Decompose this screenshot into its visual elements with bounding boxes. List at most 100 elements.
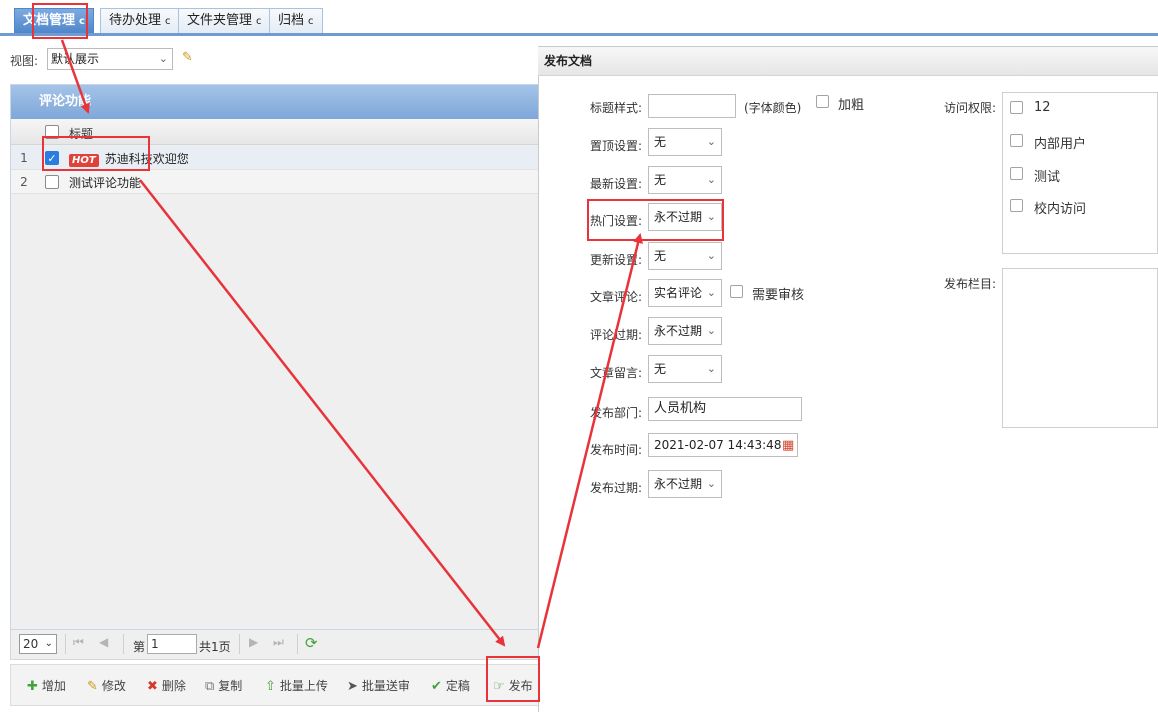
view-select[interactable]: 默认展示 ⌄ xyxy=(47,48,173,70)
copy-label: 复制 xyxy=(218,679,243,693)
batch-submit-label: 批量送审 xyxy=(361,679,410,693)
last-page-icon[interactable]: ⏭ xyxy=(273,635,284,650)
tab-folder-management[interactable]: 文件夹管理 c xyxy=(178,8,271,33)
page-number-input[interactable]: 1 xyxy=(147,634,197,654)
row-title[interactable]: HOT 苏迪科技欢迎您 xyxy=(69,150,189,167)
reload-icon[interactable]: c xyxy=(256,16,262,27)
message-value: 无 xyxy=(654,362,667,376)
tab-archive[interactable]: 归档 c xyxy=(269,8,323,33)
message-label: 文章留言: xyxy=(589,366,642,380)
hot-label: 热门设置: xyxy=(589,214,642,228)
access-option: 测试 xyxy=(1034,170,1061,185)
access-option: 内部用户 xyxy=(1034,137,1087,152)
need-review-checkbox[interactable] xyxy=(730,285,743,298)
comment-select[interactable]: 实名评论 ⌄ xyxy=(648,279,722,307)
page-label: 第 xyxy=(133,640,146,654)
batch-upload-button[interactable]: ⇧ 批量上传 xyxy=(265,677,328,694)
pin-select[interactable]: 无 ⌄ xyxy=(648,128,722,156)
update-label: 更新设置: xyxy=(589,253,642,267)
hot-select[interactable]: 永不过期 ⌄ xyxy=(648,203,722,231)
pencil-icon[interactable]: ✎ xyxy=(182,50,193,65)
column-label: 发布栏目: xyxy=(944,277,997,291)
copy-icon: ⧉ xyxy=(205,679,215,694)
update-select[interactable]: 无 ⌄ xyxy=(648,242,722,270)
bold-checkbox[interactable] xyxy=(816,95,829,108)
finalize-button[interactable]: ✔ 定稿 xyxy=(431,677,470,694)
publish-expire-select[interactable]: 永不过期 ⌄ xyxy=(648,470,722,498)
access-list xyxy=(1002,92,1158,254)
publish-button[interactable]: ☞ 发布 xyxy=(493,677,533,694)
pin-value: 无 xyxy=(654,135,667,149)
chevron-down-icon: ⌄ xyxy=(706,324,716,337)
page-size-select[interactable]: 20 ⌄ xyxy=(19,634,57,654)
delete-button[interactable]: ✖ 删除 xyxy=(147,677,186,694)
tab-pending[interactable]: 待办处理 c xyxy=(100,8,180,33)
pin-label: 置顶设置: xyxy=(589,139,642,153)
hot-value: 永不过期 xyxy=(654,210,703,224)
next-page-icon[interactable]: ▶ xyxy=(249,635,258,649)
copy-button[interactable]: ⧉ 复制 xyxy=(205,677,242,694)
page-total: 共1页 xyxy=(199,640,231,654)
table-row[interactable]: 1 ✓ HOT 苏迪科技欢迎您 xyxy=(11,146,539,170)
message-select[interactable]: 无 ⌄ xyxy=(648,355,722,383)
submit-icon: ➤ xyxy=(347,679,358,694)
row-checkbox[interactable] xyxy=(45,175,59,189)
pager: 20 ⌄ ⏮ ◀ 第 1 共1页 ▶ ⏭ ⟳ xyxy=(10,630,540,660)
action-toolbar: ✚ 增加 ✎ 修改 ✖ 删除 ⧉ 复制 ⇧ 批量上传 ➤ 批量送审 ✔ 定稿 ☞ 发布 xyxy=(10,664,540,706)
view-label: 视图: xyxy=(10,54,39,68)
delete-label: 删除 xyxy=(161,679,186,693)
tab-label: 文件夹管理 xyxy=(187,13,253,28)
tab-label: 待办处理 xyxy=(109,13,162,28)
prev-page-icon[interactable]: ◀ xyxy=(99,635,108,649)
dept-input[interactable]: 人员机构 xyxy=(648,397,802,421)
access-checkbox[interactable] xyxy=(1010,199,1023,212)
row-checkbox[interactable]: ✓ xyxy=(45,151,59,165)
pencil-icon: ✎ xyxy=(87,679,98,694)
calendar-icon[interactable]: ▦ xyxy=(782,438,794,453)
update-value: 无 xyxy=(654,249,667,263)
edit-button[interactable]: ✎ 修改 xyxy=(87,677,126,694)
hot-badge: HOT xyxy=(69,154,99,167)
form-title: 发布文档 xyxy=(538,46,1158,76)
select-all-checkbox[interactable] xyxy=(45,125,59,139)
row-title-text: 苏迪科技欢迎您 xyxy=(104,152,189,166)
chevron-down-icon: ⌄ xyxy=(706,210,716,223)
reload-icon[interactable]: c xyxy=(308,16,314,27)
refresh-icon[interactable]: ⟳ xyxy=(305,634,318,652)
column-tree[interactable] xyxy=(1002,268,1158,428)
reload-icon[interactable]: c xyxy=(165,16,171,27)
publish-label: 发布 xyxy=(508,679,533,693)
title-style-input[interactable] xyxy=(648,94,736,118)
access-checkbox[interactable] xyxy=(1010,134,1023,147)
tab-label: 归档 xyxy=(278,13,305,28)
chevron-down-icon: ⌄ xyxy=(706,362,716,375)
access-checkbox[interactable] xyxy=(1010,167,1023,180)
row-title[interactable]: 测试评论功能 xyxy=(69,174,141,191)
access-label: 访问权限: xyxy=(944,101,997,115)
access-checkbox[interactable] xyxy=(1010,101,1023,114)
tab-document-management[interactable]: 文档管理 c xyxy=(14,8,94,33)
batch-submit-button[interactable]: ➤ 批量送审 xyxy=(347,677,410,694)
reload-icon[interactable]: c xyxy=(79,16,85,27)
access-option: 12 xyxy=(1034,100,1051,115)
check-icon: ✔ xyxy=(431,679,442,694)
comment-value: 实名评论 xyxy=(654,286,703,300)
chevron-down-icon: ⌄ xyxy=(706,173,716,186)
column-header: 标题 xyxy=(11,119,539,145)
time-label: 发布时间: xyxy=(589,443,642,457)
table-row[interactable]: 2 测试评论功能 xyxy=(11,170,539,194)
publish-time-input[interactable]: 2021-02-07 14:43:48 xyxy=(648,433,798,457)
tab-bar: 文档管理 c 待办处理 c 文件夹管理 c 归档 c xyxy=(0,0,1158,36)
divider xyxy=(297,634,298,654)
row-number: 2 xyxy=(20,175,28,189)
title-style-label: 标题样式: xyxy=(589,101,642,115)
chevron-down-icon: ⌄ xyxy=(706,249,716,262)
comment-expire-select[interactable]: 永不过期 ⌄ xyxy=(648,317,722,345)
document-grid: 评论功能 标题 1 ✓ HOT 苏迪科技欢迎您 2 测试评论功能 xyxy=(10,84,540,630)
first-page-icon[interactable]: ⏮ xyxy=(73,635,84,650)
add-button[interactable]: ✚ 增加 xyxy=(27,677,66,694)
latest-select[interactable]: 无 ⌄ xyxy=(648,166,722,194)
page-size-value: 20 xyxy=(23,637,39,651)
chevron-down-icon: ⌄ xyxy=(706,135,716,148)
publish-expire-value: 永不过期 xyxy=(654,477,703,491)
